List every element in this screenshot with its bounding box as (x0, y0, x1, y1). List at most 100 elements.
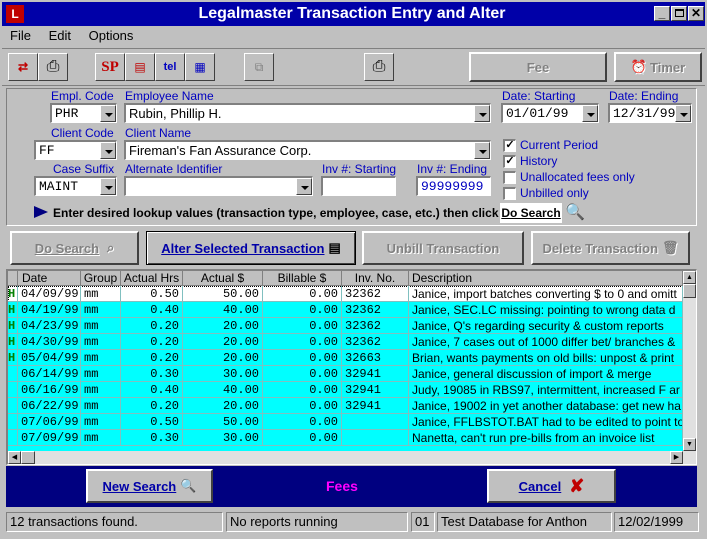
minimize-button[interactable]: _ (654, 6, 670, 21)
do-search-button[interactable]: Do Search ⌕ (10, 231, 139, 265)
table-row[interactable]: 06/16/99 mm 0.40 40.00 0.00 32941 Judy, 19085 … (8, 382, 683, 398)
chevron-down-icon[interactable] (474, 142, 490, 159)
col-header-description[interactable]: Description (409, 271, 683, 286)
table-row[interactable]: 07/09/99 mm 0.30 30.00 0.00 Nanetta, can't ru… (8, 430, 683, 446)
cell-mark (8, 430, 18, 446)
table-row[interactable]: 06/22/99 mm 0.20 20.00 0.00 32941 Janice, 1900… (8, 398, 683, 414)
table-row[interactable]: H 04/30/99 mm 0.20 20.00 0.00 32362 Janice, 7 c… (8, 334, 683, 350)
cell-actual: 50.00 (183, 414, 263, 430)
maximize-button[interactable] (671, 6, 687, 21)
client-code-combo[interactable]: FF (34, 140, 117, 160)
report-icon[interactable]: ▤ (125, 53, 155, 81)
cell-actual: 20.00 (183, 318, 263, 334)
sp-icon[interactable]: SP (95, 53, 125, 81)
tel-icon[interactable]: tel (155, 53, 185, 81)
inv-end-input[interactable]: 99999999 (416, 176, 491, 196)
do-search-inline-link[interactable]: Do Search (500, 203, 562, 223)
scroll-left-arrow-icon[interactable]: ◀ (8, 451, 21, 464)
client-name-combo[interactable]: Fireman's Fan Assurance Corp. (124, 140, 491, 160)
unbill-transaction-button[interactable]: Unbill Transaction (362, 231, 524, 265)
date-end-label: Date: Ending (609, 89, 679, 103)
hscroll-thumb[interactable] (21, 451, 35, 464)
table-row[interactable]: H 04/09/99 mm 0.50 50.00 0.00 32362 Janice, imp… (8, 286, 683, 302)
alter-transaction-button[interactable]: Alter Selected Transaction ▤ (146, 231, 356, 265)
cell-billable: 0.00 (263, 366, 342, 382)
timer-button[interactable]: ⏰ Timer (614, 52, 702, 82)
toolbar: ⇄ ⎙ SP ▤ tel ▦ ⧉ ⎙ Fee ⏰ Timer (2, 48, 705, 86)
cell-billable: 0.00 (263, 398, 342, 414)
delete-transaction-button[interactable]: Delete Transaction 🗑 (531, 231, 690, 265)
status-date: 12/02/1999 (614, 512, 699, 532)
scroll-down-arrow-icon[interactable]: ▼ (683, 438, 696, 451)
new-search-button[interactable]: New Search 🔍 (86, 469, 213, 503)
cell-group: mm (81, 318, 121, 334)
chevron-down-icon[interactable] (474, 105, 490, 122)
col-header-actual-hrs[interactable]: Actual Hrs (121, 271, 183, 286)
grid-rows: H 04/09/99 mm 0.50 50.00 0.00 32362 Janice, imp… (8, 286, 683, 453)
scroll-up-arrow-icon[interactable]: ▲ (683, 271, 696, 284)
cell-desc: Nanetta, can't run pre-bills from an inv… (409, 430, 683, 446)
chevron-down-icon[interactable] (296, 178, 312, 195)
menu-file[interactable]: File (10, 28, 31, 43)
chevron-down-icon[interactable] (100, 142, 116, 159)
search-doc-icon[interactable]: 🔍 (565, 203, 585, 223)
scroll-right-arrow-icon[interactable]: ▶ (670, 451, 683, 464)
cancel-button[interactable]: Cancel ✘ (487, 469, 616, 503)
col-header-billable-amount[interactable]: Billable $ (263, 271, 342, 286)
close-button[interactable]: ✕ (688, 6, 704, 21)
fee-button[interactable]: Fee (469, 52, 607, 82)
col-header-actual-amount[interactable]: Actual $ (183, 271, 263, 286)
inv-start-input[interactable] (321, 176, 396, 196)
app-logo-icon[interactable]: L (6, 5, 24, 23)
cell-actual: 30.00 (183, 366, 263, 382)
unallocated-fees-checkbox[interactable] (503, 171, 516, 184)
case-suffix-combo[interactable]: MAINT (34, 176, 117, 196)
unbilled-only-checkbox[interactable] (503, 187, 516, 200)
cell-inv (342, 430, 409, 446)
tree-icon[interactable]: ▦ (185, 53, 215, 81)
current-period-checkbox[interactable]: ✓ (503, 139, 516, 152)
table-row[interactable]: H 04/23/99 mm 0.20 20.00 0.00 32362 Janice, Q's… (8, 318, 683, 334)
cell-billable: 0.00 (263, 318, 342, 334)
window-title: Legalmaster Transaction Entry and Alter (198, 5, 506, 22)
date-end-combo[interactable]: 12/31/99 (608, 103, 692, 123)
cell-actual: 50.00 (183, 286, 263, 302)
chevron-down-icon[interactable] (100, 178, 116, 195)
chevron-down-icon[interactable] (100, 105, 116, 122)
alternate-identifier-combo[interactable] (124, 176, 313, 196)
transaction-grid[interactable]: Date Group Actual Hrs Actual $ Billable … (6, 269, 697, 465)
employee-name-combo[interactable]: Rubin, Phillip H. (124, 103, 491, 123)
table-row[interactable]: 06/14/99 mm 0.30 30.00 0.00 32941 Janice, gene… (8, 366, 683, 382)
copy-icon[interactable]: ⧉ (244, 53, 274, 81)
employee-name-label: Employee Name (125, 89, 214, 103)
table-row[interactable]: 07/06/99 mm 0.50 50.00 0.00 Janice, FFLBSTOT.… (8, 414, 683, 430)
menu-edit[interactable]: Edit (49, 28, 71, 43)
table-row[interactable]: H 05/04/99 mm 0.20 20.00 0.00 32663 Brian, want… (8, 350, 683, 366)
col-header-group[interactable]: Group (81, 271, 121, 286)
print-preview-icon[interactable]: ⎙ (364, 53, 394, 81)
scroll-thumb[interactable] (683, 284, 696, 298)
col-header-date[interactable]: Date (18, 271, 81, 286)
col-header-inv-no[interactable]: Inv. No. (342, 271, 409, 286)
chevron-down-icon[interactable] (675, 105, 691, 122)
table-row[interactable]: H 04/19/99 mm 0.40 40.00 0.00 32362 Janice, SEC… (8, 302, 683, 318)
history-checkbox[interactable]: ✓ (503, 155, 516, 168)
cell-inv: 32362 (342, 286, 409, 302)
cell-billable: 0.00 (263, 382, 342, 398)
date-start-combo[interactable]: 01/01/99 (501, 103, 599, 123)
trash-icon: 🗑 (662, 240, 679, 255)
cell-date: 04/30/99 (18, 334, 81, 350)
cell-group: mm (81, 382, 121, 398)
vertical-scrollbar[interactable]: ▲ ▼ (683, 271, 696, 451)
chevron-down-icon[interactable] (582, 105, 598, 122)
empl-code-combo[interactable]: PHR (50, 103, 117, 123)
print-icon[interactable]: ⎙ (38, 53, 68, 81)
navigate-icon[interactable]: ⇄ (8, 53, 38, 81)
menu-options[interactable]: Options (89, 28, 134, 43)
cell-date: 05/04/99 (18, 350, 81, 366)
cell-hrs: 0.50 (121, 414, 183, 430)
cell-mark: H (8, 318, 18, 334)
cell-inv (342, 414, 409, 430)
cell-group: mm (81, 430, 121, 446)
horizontal-scrollbar[interactable]: ◀ ▶ (8, 451, 696, 464)
